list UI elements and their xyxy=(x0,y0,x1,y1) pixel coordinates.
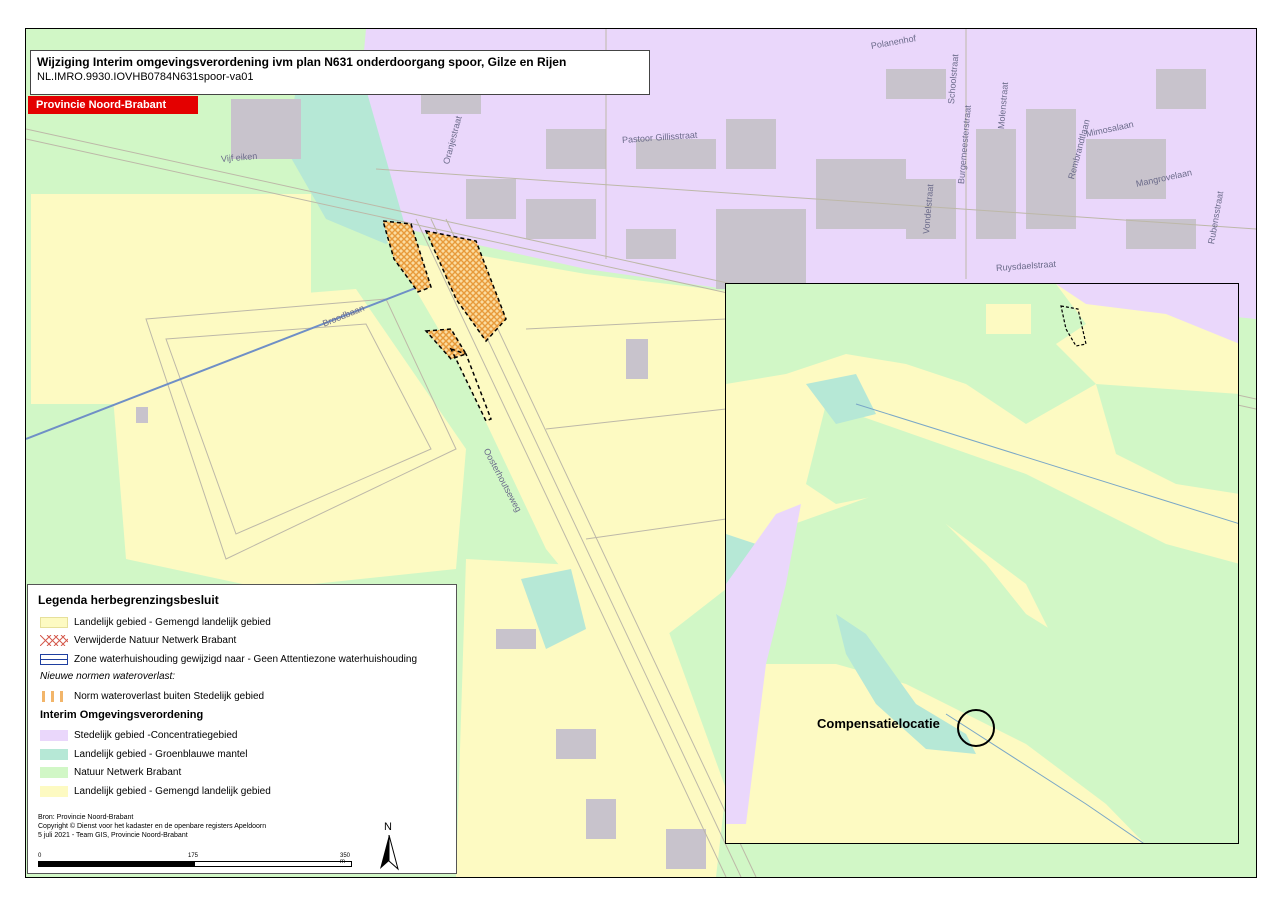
credits: Bron: Provincie Noord-Brabant Copyright … xyxy=(38,813,266,840)
legend-label: Landelijk gebied - Gemengd landelijk geb… xyxy=(74,785,271,797)
legend-label: Zone waterhuishouding gewijzigd naar - G… xyxy=(74,653,418,665)
north-label: N xyxy=(384,821,392,833)
legend-swatch-orange-stripes-icon xyxy=(42,690,63,702)
north-arrow-icon: N xyxy=(378,821,400,871)
legend-swatch-stedelijk xyxy=(40,729,68,741)
legend-interim-title: Interim Omgevingsverordening xyxy=(40,709,204,721)
legend-row-landelijk-interim: Landelijk gebied - Gemengd landelijk geb… xyxy=(40,784,271,798)
legend-nieuwe-normen-label: Nieuwe normen wateroverlast: xyxy=(40,671,176,682)
legend-label: Natuur Netwerk Brabant xyxy=(74,766,182,778)
legend-swatch-landelijk xyxy=(40,616,68,628)
legend-label: Verwijderde Natuur Netwerk Brabant xyxy=(74,634,237,646)
inset-map[interactable]: Compensatielocatie xyxy=(725,283,1239,844)
legend-swatch-groenblauw xyxy=(40,748,68,760)
scale-label-175: 175 xyxy=(188,853,199,859)
legend-swatch-natuur xyxy=(40,766,68,778)
scale-bar: 0 175 350 m xyxy=(38,853,353,867)
province-badge: Provincie Noord-Brabant xyxy=(28,96,198,114)
map-title: Wijziging Interim omgevingsverordening i… xyxy=(37,55,567,69)
legend-row-verwijderde-nnb: Verwijderde Natuur Netwerk Brabant xyxy=(40,633,236,647)
map-title-box: Wijziging Interim omgevingsverordening i… xyxy=(30,50,650,95)
inset-map-svg xyxy=(726,284,1238,843)
scale-bar-fill xyxy=(39,862,195,866)
legend-label: Landelijk gebied - Groenblauwe mantel xyxy=(74,748,248,760)
legend-row-landelijk-herbegrenzing: Landelijk gebied - Gemengd landelijk geb… xyxy=(40,615,271,629)
legend-row-zone-waterhuishouding: Zone waterhuishouding gewijzigd naar - G… xyxy=(40,652,417,666)
legend-swatch-landelijk xyxy=(40,785,68,797)
scale-label-0: 0 xyxy=(38,853,42,859)
credit-line-date: 5 juli 2021 - Team GIS, Provincie Noord-… xyxy=(38,832,188,839)
legend-row-natuur: Natuur Netwerk Brabant xyxy=(40,765,181,779)
legend-panel: Legenda herbegrenzingsbesluit Landelijk … xyxy=(27,584,457,874)
legend-swatch-double-blue-icon xyxy=(40,653,68,665)
legend-label: Norm wateroverlast buiten Stedelijk gebi… xyxy=(74,690,265,702)
map-plan-id: NL.IMRO.9930.IOVHB0784N631spoor-va01 xyxy=(37,71,254,83)
legend-row-norm-wateroverlast: Norm wateroverlast buiten Stedelijk gebi… xyxy=(40,689,264,703)
credit-line-source: Bron: Provincie Noord-Brabant xyxy=(38,814,134,821)
compensatie-label: Compensatielocatie xyxy=(817,716,940,731)
legend-label: Landelijk gebied - Gemengd landelijk geb… xyxy=(74,616,271,628)
legend-label: Stedelijk gebied -Concentratiegebied xyxy=(74,729,238,741)
legend-title: Legenda herbegrenzingsbesluit xyxy=(38,593,219,607)
credit-line-copyright: Copyright © Dienst voor het kadaster en … xyxy=(38,823,267,830)
legend-row-stedelijk: Stedelijk gebied -Concentratiegebied xyxy=(40,728,237,742)
legend-swatch-hatch-red-icon xyxy=(40,634,68,646)
scale-bar-rect xyxy=(38,861,352,867)
legend-row-groenblauw: Landelijk gebied - Groenblauwe mantel xyxy=(40,747,247,761)
inset-landelijk-top xyxy=(986,304,1031,334)
